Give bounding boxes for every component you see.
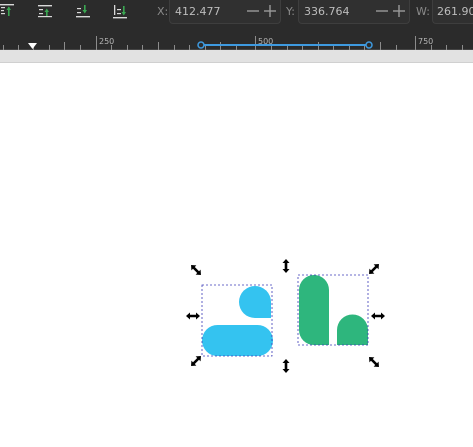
y-value[interactable]: 336.764 [304, 5, 350, 18]
plus-icon[interactable] [392, 4, 406, 18]
ruler-ticks [3, 36, 463, 50]
scale-handle-left[interactable] [186, 312, 200, 320]
tool-controls-bar: X: 412.477 Y: 336.764 W: 261.90 [0, 0, 473, 28]
w-label: W: [416, 5, 430, 18]
scale-handle-bottom-left[interactable] [188, 353, 204, 369]
blue-shape-group[interactable] [201, 284, 273, 357]
minus-icon[interactable] [375, 4, 389, 18]
green-shape-group[interactable] [297, 274, 369, 346]
align-top-edges-icon[interactable] [0, 3, 16, 19]
scale-handle-right[interactable] [371, 312, 385, 320]
y-label: Y: [286, 5, 295, 18]
scale-handle-bottom-right[interactable] [366, 354, 382, 370]
w-value[interactable]: 261.90 [437, 5, 473, 18]
selection-range-indicator [197, 41, 373, 49]
green-rounded-knob [337, 314, 368, 345]
align-bottom-edges-icon[interactable] [113, 3, 129, 19]
scale-handle-top-left[interactable] [188, 262, 204, 278]
canvas-drawing [186, 259, 385, 373]
ruler-tick-label: 500 [258, 37, 274, 46]
y-field[interactable]: 336.764 [298, 0, 410, 24]
canvas-border-strip [0, 50, 473, 62]
align-vertical-centers-icon[interactable] [38, 3, 54, 19]
align-baselines-icon[interactable] [76, 3, 92, 19]
plus-icon[interactable] [263, 4, 277, 18]
x-value[interactable]: 412.477 [175, 5, 221, 18]
scale-handle-bottom[interactable] [282, 359, 290, 373]
green-pill [299, 275, 329, 345]
minus-icon[interactable] [246, 4, 260, 18]
scale-handle-top[interactable] [282, 259, 290, 273]
x-label: X: [157, 5, 169, 18]
w-field[interactable]: 261.90 [432, 0, 473, 24]
ruler-pointer-marker [28, 43, 37, 49]
ruler-tick-label: 250 [99, 37, 115, 46]
drawing-canvas[interactable] [0, 63, 473, 447]
ruler-tick-label: 750 [418, 37, 434, 46]
horizontal-ruler[interactable]: 250 500 750 [0, 28, 473, 50]
blue-rounded-knob [239, 286, 271, 318]
scale-handle-top-right[interactable] [366, 261, 382, 277]
blue-pill [202, 325, 273, 356]
x-field[interactable]: 412.477 [169, 0, 281, 24]
